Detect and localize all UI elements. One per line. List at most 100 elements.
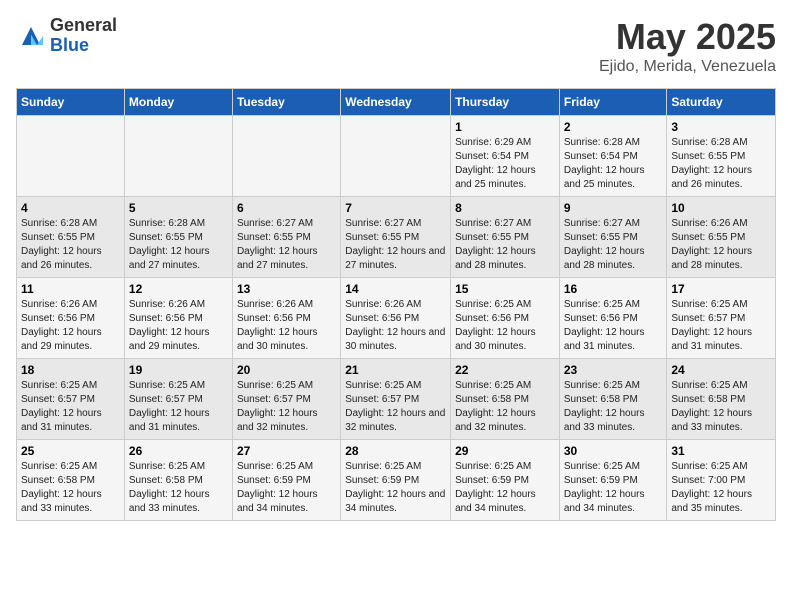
calendar-cell: 30Sunrise: 6:25 AMSunset: 6:59 PMDayligh… — [559, 440, 667, 521]
day-info: Sunrise: 6:26 AMSunset: 6:56 PMDaylight:… — [21, 298, 120, 354]
calendar-cell — [232, 116, 340, 197]
day-number: 3 — [671, 120, 771, 134]
day-info: Sunrise: 6:25 AMSunset: 6:56 PMDaylight:… — [455, 298, 555, 354]
calendar-table: SundayMondayTuesdayWednesdayThursdayFrid… — [16, 88, 776, 521]
day-info: Sunrise: 6:28 AMSunset: 6:55 PMDaylight:… — [671, 136, 771, 192]
day-number: 17 — [671, 282, 771, 296]
calendar-cell: 16Sunrise: 6:25 AMSunset: 6:56 PMDayligh… — [559, 278, 667, 359]
day-info: Sunrise: 6:27 AMSunset: 6:55 PMDaylight:… — [345, 217, 446, 273]
day-info: Sunrise: 6:25 AMSunset: 6:58 PMDaylight:… — [564, 379, 663, 435]
calendar-cell: 27Sunrise: 6:25 AMSunset: 6:59 PMDayligh… — [232, 440, 340, 521]
day-info: Sunrise: 6:25 AMSunset: 7:00 PMDaylight:… — [671, 460, 771, 516]
calendar-week-row: 18 Sunrise: 6:25 AMSunset: 6:57 PMDayligh… — [17, 359, 776, 440]
weekday-header: Wednesday — [341, 89, 451, 116]
day-number: 10 — [671, 201, 771, 215]
logo-general-text: General — [50, 16, 117, 36]
calendar-week-row: 1 Sunrise: 6:29 AMSunset: 6:54 PMDaylight… — [17, 116, 776, 197]
day-info: Sunrise: 6:25 AMSunset: 6:57 PMDaylight:… — [671, 298, 771, 354]
calendar-cell — [17, 116, 125, 197]
calendar-cell: 17 Sunrise: 6:25 AMSunset: 6:57 PMDayligh… — [667, 278, 776, 359]
day-info: Sunrise: 6:25 AMSunset: 6:58 PMDaylight:… — [455, 379, 555, 435]
day-number: 9 — [564, 201, 663, 215]
day-number: 24 — [671, 363, 771, 377]
day-number: 20 — [237, 363, 336, 377]
day-number: 31 — [671, 444, 771, 458]
calendar-cell: 29 Sunrise: 6:25 AMSunset: 6:59 PMDayligh… — [451, 440, 560, 521]
calendar-cell: 20 Sunrise: 6:25 AMSunset: 6:57 PMDayligh… — [232, 359, 340, 440]
calendar-cell — [124, 116, 232, 197]
title-month: May 2025 — [599, 16, 776, 58]
day-info: Sunrise: 6:28 AMSunset: 6:54 PMDaylight:… — [564, 136, 663, 192]
calendar-cell: 25Sunrise: 6:25 AMSunset: 6:58 PMDayligh… — [17, 440, 125, 521]
day-info: Sunrise: 6:26 AMSunset: 6:55 PMDaylight:… — [671, 217, 771, 273]
day-info: Sunrise: 6:25 AMSunset: 6:57 PMDaylight:… — [345, 379, 446, 435]
logo: General Blue — [16, 16, 117, 56]
calendar-cell: 7 Sunrise: 6:27 AMSunset: 6:55 PMDaylight… — [341, 197, 451, 278]
weekday-header: Friday — [559, 89, 667, 116]
day-number: 21 — [345, 363, 446, 377]
title-location: Ejido, Merida, Venezuela — [599, 58, 776, 76]
day-number: 19 — [129, 363, 228, 377]
calendar-cell: 19 Sunrise: 6:25 AMSunset: 6:57 PMDayligh… — [124, 359, 232, 440]
day-info: Sunrise: 6:28 AMSunset: 6:55 PMDaylight:… — [21, 217, 120, 273]
calendar-cell: 4 Sunrise: 6:28 AMSunset: 6:55 PMDaylight… — [17, 197, 125, 278]
day-number: 5 — [129, 201, 228, 215]
day-info: Sunrise: 6:25 AMSunset: 6:57 PMDaylight:… — [237, 379, 336, 435]
calendar-cell: 13 Sunrise: 6:26 AMSunset: 6:56 PMDayligh… — [232, 278, 340, 359]
logo-blue-text: Blue — [50, 36, 117, 56]
day-number: 6 — [237, 201, 336, 215]
day-info: Sunrise: 6:25 AMSunset: 6:59 PMDaylight:… — [455, 460, 555, 516]
day-number: 27 — [237, 444, 336, 458]
day-info: Sunrise: 6:26 AMSunset: 6:56 PMDaylight:… — [345, 298, 446, 354]
weekday-header: Tuesday — [232, 89, 340, 116]
weekday-header: Saturday — [667, 89, 776, 116]
title-block: May 2025 Ejido, Merida, Venezuela — [599, 16, 776, 76]
day-info: Sunrise: 6:25 AMSunset: 6:59 PMDaylight:… — [345, 460, 446, 516]
calendar-week-row: 11 Sunrise: 6:26 AMSunset: 6:56 PMDayligh… — [17, 278, 776, 359]
day-number: 13 — [237, 282, 336, 296]
day-number: 15 — [455, 282, 555, 296]
calendar-cell: 31 Sunrise: 6:25 AMSunset: 7:00 PMDayligh… — [667, 440, 776, 521]
day-number: 22 — [455, 363, 555, 377]
day-info: Sunrise: 6:26 AMSunset: 6:56 PMDaylight:… — [237, 298, 336, 354]
calendar-cell: 9 Sunrise: 6:27 AMSunset: 6:55 PMDaylight… — [559, 197, 667, 278]
calendar-week-row: 4 Sunrise: 6:28 AMSunset: 6:55 PMDaylight… — [17, 197, 776, 278]
day-info: Sunrise: 6:29 AMSunset: 6:54 PMDaylight:… — [455, 136, 555, 192]
day-info: Sunrise: 6:27 AMSunset: 6:55 PMDaylight:… — [564, 217, 663, 273]
day-number: 14 — [345, 282, 446, 296]
day-number: 7 — [345, 201, 446, 215]
day-number: 12 — [129, 282, 228, 296]
day-number: 11 — [21, 282, 120, 296]
calendar-cell: 1 Sunrise: 6:29 AMSunset: 6:54 PMDaylight… — [451, 116, 560, 197]
calendar-cell: 8 Sunrise: 6:27 AMSunset: 6:55 PMDaylight… — [451, 197, 560, 278]
day-info: Sunrise: 6:28 AMSunset: 6:55 PMDaylight:… — [129, 217, 228, 273]
weekday-header: Monday — [124, 89, 232, 116]
day-info: Sunrise: 6:26 AMSunset: 6:56 PMDaylight:… — [129, 298, 228, 354]
day-info: Sunrise: 6:25 AMSunset: 6:58 PMDaylight:… — [21, 460, 120, 516]
day-number: 4 — [21, 201, 120, 215]
page-header: General Blue May 2025 Ejido, Merida, Ven… — [16, 16, 776, 76]
calendar-cell — [341, 116, 451, 197]
day-number: 8 — [455, 201, 555, 215]
calendar-cell: 11 Sunrise: 6:26 AMSunset: 6:56 PMDayligh… — [17, 278, 125, 359]
day-number: 16 — [564, 282, 663, 296]
calendar-cell: 14 Sunrise: 6:26 AMSunset: 6:56 PMDayligh… — [341, 278, 451, 359]
day-number: 28 — [345, 444, 446, 458]
calendar-cell: 5 Sunrise: 6:28 AMSunset: 6:55 PMDaylight… — [124, 197, 232, 278]
calendar-cell: 21 Sunrise: 6:25 AMSunset: 6:57 PMDayligh… — [341, 359, 451, 440]
calendar-cell: 26Sunrise: 6:25 AMSunset: 6:58 PMDayligh… — [124, 440, 232, 521]
logo-text: General Blue — [50, 16, 117, 56]
day-number: 18 — [21, 363, 120, 377]
day-number: 1 — [455, 120, 555, 134]
day-number: 26 — [129, 444, 228, 458]
day-info: Sunrise: 6:25 AMSunset: 6:57 PMDaylight:… — [129, 379, 228, 435]
calendar-cell: 24 Sunrise: 6:25 AMSunset: 6:58 PMDayligh… — [667, 359, 776, 440]
day-info: Sunrise: 6:27 AMSunset: 6:55 PMDaylight:… — [237, 217, 336, 273]
day-info: Sunrise: 6:25 AMSunset: 6:59 PMDaylight:… — [564, 460, 663, 516]
day-info: Sunrise: 6:27 AMSunset: 6:55 PMDaylight:… — [455, 217, 555, 273]
day-number: 29 — [455, 444, 555, 458]
weekday-header: Thursday — [451, 89, 560, 116]
day-info: Sunrise: 6:25 AMSunset: 6:57 PMDaylight:… — [21, 379, 120, 435]
calendar-cell: 15 Sunrise: 6:25 AMSunset: 6:56 PMDayligh… — [451, 278, 560, 359]
day-info: Sunrise: 6:25 AMSunset: 6:58 PMDaylight:… — [671, 379, 771, 435]
